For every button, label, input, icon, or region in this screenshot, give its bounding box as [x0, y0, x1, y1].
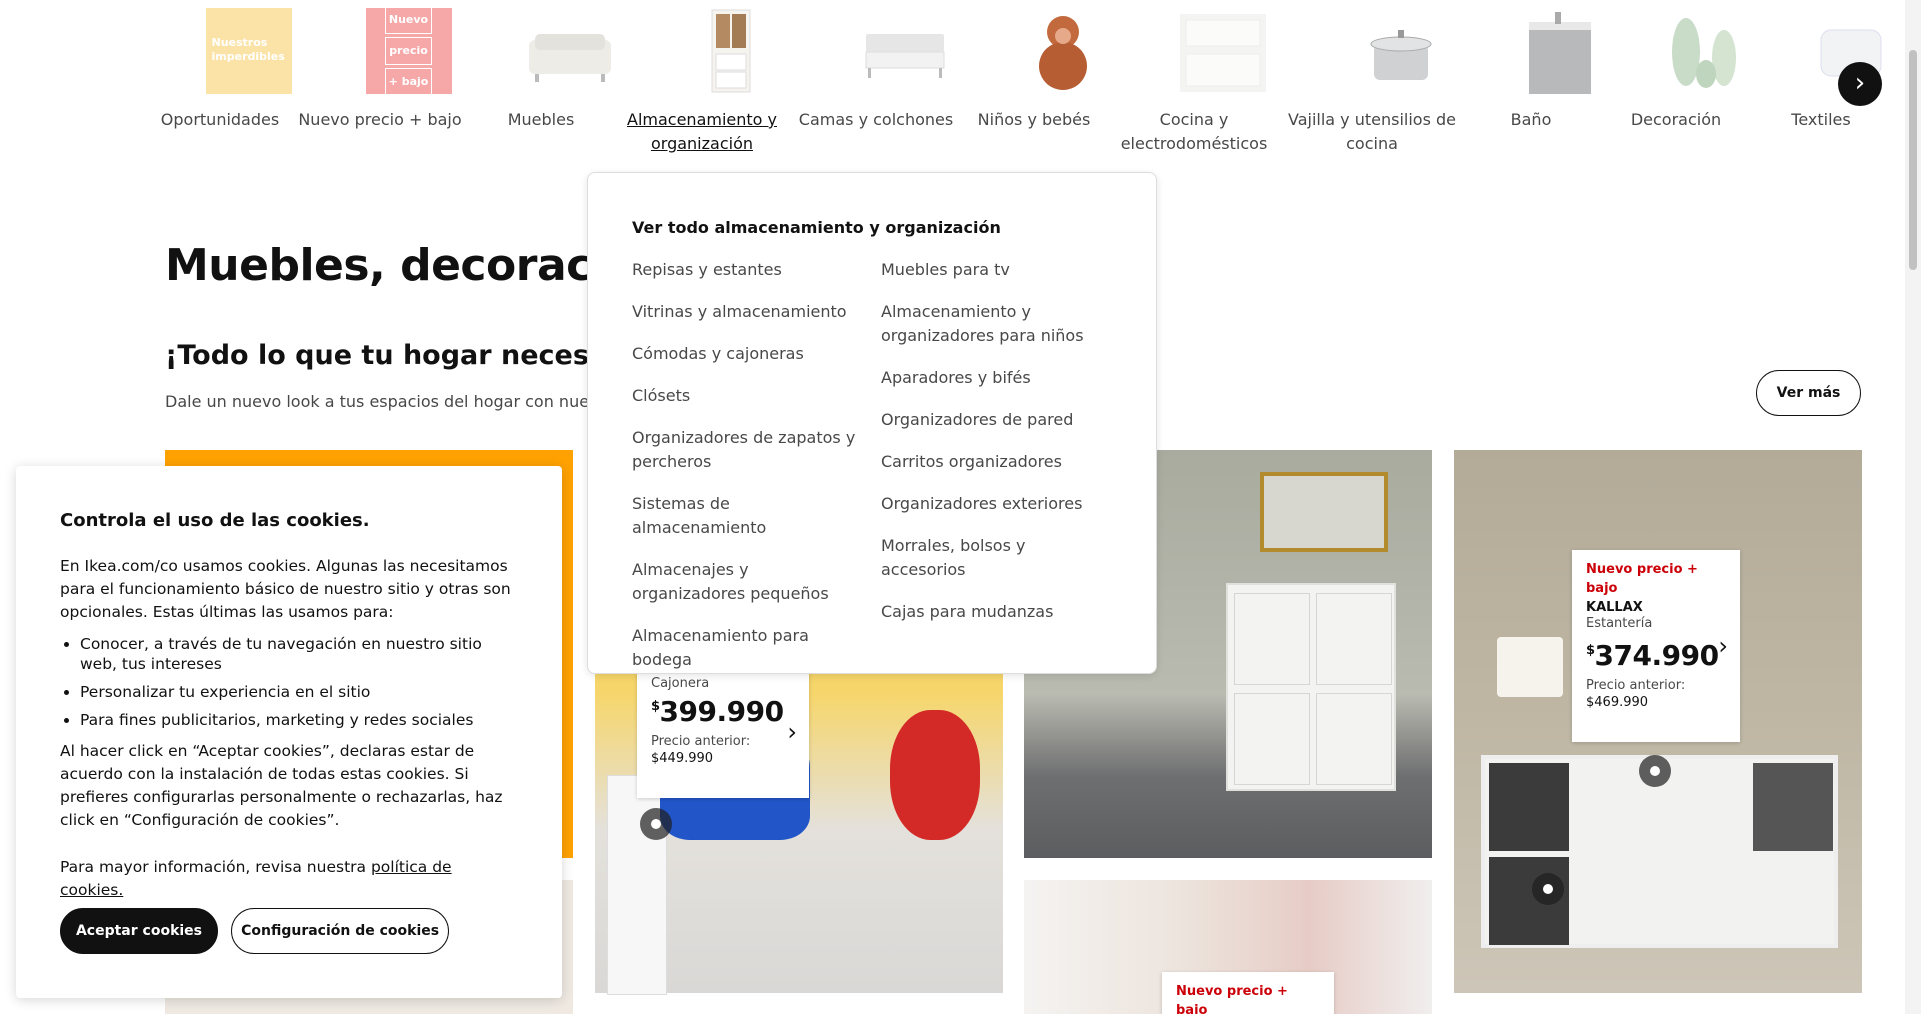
previous-price: $449.990: [651, 751, 714, 766]
cookie-consent-panel: Controla el uso de las cookies. En Ikea.…: [16, 466, 562, 998]
page-scrollbar[interactable]: [1905, 0, 1921, 1014]
menu-item[interactable]: Clósets: [632, 384, 862, 408]
list-item: Para fines publicitarios, marketing y re…: [80, 710, 518, 730]
price-value: 374.990: [1594, 639, 1720, 672]
nuevo-precio-thumb: Nuevo precio + bajo: [365, 6, 452, 96]
bathroom-cabinet-thumb: [1517, 8, 1603, 94]
product-type: Estantería: [1586, 616, 1653, 631]
price-value: 399.990: [659, 695, 785, 728]
previous-price: $469.990: [1586, 695, 1649, 710]
shelf-box: [1753, 763, 1833, 851]
category-label: Almacenamiento y organización: [627, 110, 777, 153]
ver-mas-button[interactable]: Ver más: [1756, 370, 1861, 416]
cabinet-door: [1316, 693, 1392, 785]
mega-menu-column-1: Repisas y estantes Vitrinas y almacenami…: [632, 258, 862, 690]
product-hotspot[interactable]: [1639, 755, 1671, 787]
accept-cookies-button[interactable]: Aceptar cookies: [60, 908, 218, 954]
menu-item[interactable]: Repisas y estantes: [632, 258, 862, 282]
mirror-decor: [1260, 472, 1388, 552]
menu-item[interactable]: Carritos organizadores: [881, 450, 1111, 474]
see-all-storage-link[interactable]: Ver todo almacenamiento y organización: [632, 218, 1001, 237]
cabinet-thumb: [688, 8, 774, 94]
kallax-price-card[interactable]: Nuevo precio + bajo KALLAX Estantería $3…: [1572, 550, 1740, 742]
previous-price-label: Precio anterior:: [1586, 678, 1686, 693]
menu-item[interactable]: Almacenamiento y organizadores para niño…: [881, 300, 1111, 348]
chevron-right-icon: ›: [1854, 68, 1866, 98]
cookie-title: Controla el uso de las cookies.: [60, 510, 370, 531]
price-tag-label: Nuevo precio + bajo: [1586, 562, 1698, 596]
product-name: KALLAX: [1586, 600, 1643, 615]
cookie-buttons: Aceptar cookies Configuración de cookies: [60, 908, 450, 954]
menu-item[interactable]: Vitrinas y almacenamiento: [632, 300, 862, 324]
cookie-purpose-list: Conocer, a través de tu navegación en nu…: [80, 634, 518, 730]
menu-item[interactable]: Cajas para mudanzas: [881, 600, 1111, 624]
thumb-word: Nuevo: [384, 6, 433, 34]
cookie-more-info: Para mayor información, revisa nuestra p…: [60, 856, 518, 902]
price-tag-label: Nuevo precio + bajo: [1176, 984, 1288, 1014]
category-label: Cocina y electrodomésticos: [1120, 110, 1268, 153]
scroll-next-button[interactable]: ›: [1838, 62, 1882, 106]
list-item: Personalizar tu experiencia en el sitio: [80, 682, 518, 702]
product-hotspot[interactable]: [640, 808, 672, 840]
chevron-right-icon[interactable]: ›: [1718, 632, 1728, 660]
menu-item[interactable]: Organizadores de pared: [881, 408, 1111, 432]
product-price: $399.990: [651, 695, 795, 728]
red-chair-decor: [890, 710, 980, 840]
menu-item[interactable]: Almacenamiento para bodega: [632, 624, 862, 672]
vases-thumb: [1662, 8, 1748, 94]
cabinet-door: [1234, 693, 1310, 785]
category-vajilla[interactable]: Vajilla y utensilios de cocina: [1288, 8, 1472, 156]
cabinet-door: [1234, 593, 1310, 685]
scrollbar-thumb[interactable]: [1909, 50, 1917, 270]
sofa-thumb: [527, 8, 613, 94]
product-price: $374.990: [1586, 639, 1726, 672]
thumb-word: precio: [385, 37, 432, 65]
menu-item[interactable]: Aparadores y bifés: [881, 366, 1111, 390]
more-info-text: Para mayor información, revisa nuestra: [60, 858, 371, 876]
storage-mega-menu: Ver todo almacenamiento y organización R…: [587, 172, 1157, 674]
bed-thumb: [862, 8, 948, 94]
cookie-settings-button[interactable]: Configuración de cookies: [231, 908, 450, 954]
category-almacenamiento[interactable]: Almacenamiento y organización: [627, 8, 802, 156]
category-label: Textiles: [1791, 110, 1851, 129]
cabinet-door: [1316, 593, 1392, 685]
thumb-word: + bajo: [384, 68, 433, 96]
monkey-toy-thumb: [1020, 8, 1106, 94]
mega-menu-column-2: Muebles para tv Almacenamiento y organiz…: [881, 258, 1111, 642]
currency-symbol: $: [651, 699, 660, 714]
section-title: ¡Todo lo que tu hogar necesita a: [165, 340, 657, 371]
chevron-right-icon[interactable]: ›: [787, 718, 797, 746]
menu-item[interactable]: Organizadores exteriores: [881, 492, 1111, 516]
currency-symbol: $: [1586, 643, 1595, 658]
section-description: Dale un nuevo look a tus espacios del ho…: [165, 392, 648, 411]
menu-item[interactable]: Almacenajes y organizadores pequeños: [632, 558, 862, 606]
product-hotspot[interactable]: [1532, 873, 1564, 905]
curtain-price-card[interactable]: Nuevo precio + bajo: [1162, 972, 1334, 1014]
shoe-cabinet-decor: [1226, 583, 1396, 791]
lamp-decor: [1497, 637, 1563, 697]
cookie-intro: En Ikea.com/co usamos cookies. Algunas l…: [60, 557, 511, 621]
menu-item[interactable]: Cómodas y cajoneras: [632, 342, 862, 366]
menu-item[interactable]: Sistemas de almacenamiento: [632, 492, 862, 540]
menu-item[interactable]: Organizadores de zapatos y percheros: [632, 426, 862, 474]
oportunidades-thumb: Nuestros imperdibles: [205, 8, 292, 94]
pot-thumb: [1358, 8, 1444, 94]
cookie-consent-text: Al hacer click en “Aceptar cookies”, dec…: [60, 742, 503, 829]
previous-price-label: Precio anterior:: [651, 734, 751, 749]
menu-item[interactable]: Muebles para tv: [881, 258, 1111, 282]
kitchen-thumb: [1179, 8, 1266, 94]
shelf-box: [1489, 763, 1569, 851]
category-strip: Nuestros imperdibles Oportunidades Nuevo…: [0, 0, 1921, 175]
menu-item[interactable]: Morrales, bolsos y accesorios: [881, 534, 1111, 582]
list-item: Conocer, a través de tu navegación en nu…: [80, 634, 518, 674]
